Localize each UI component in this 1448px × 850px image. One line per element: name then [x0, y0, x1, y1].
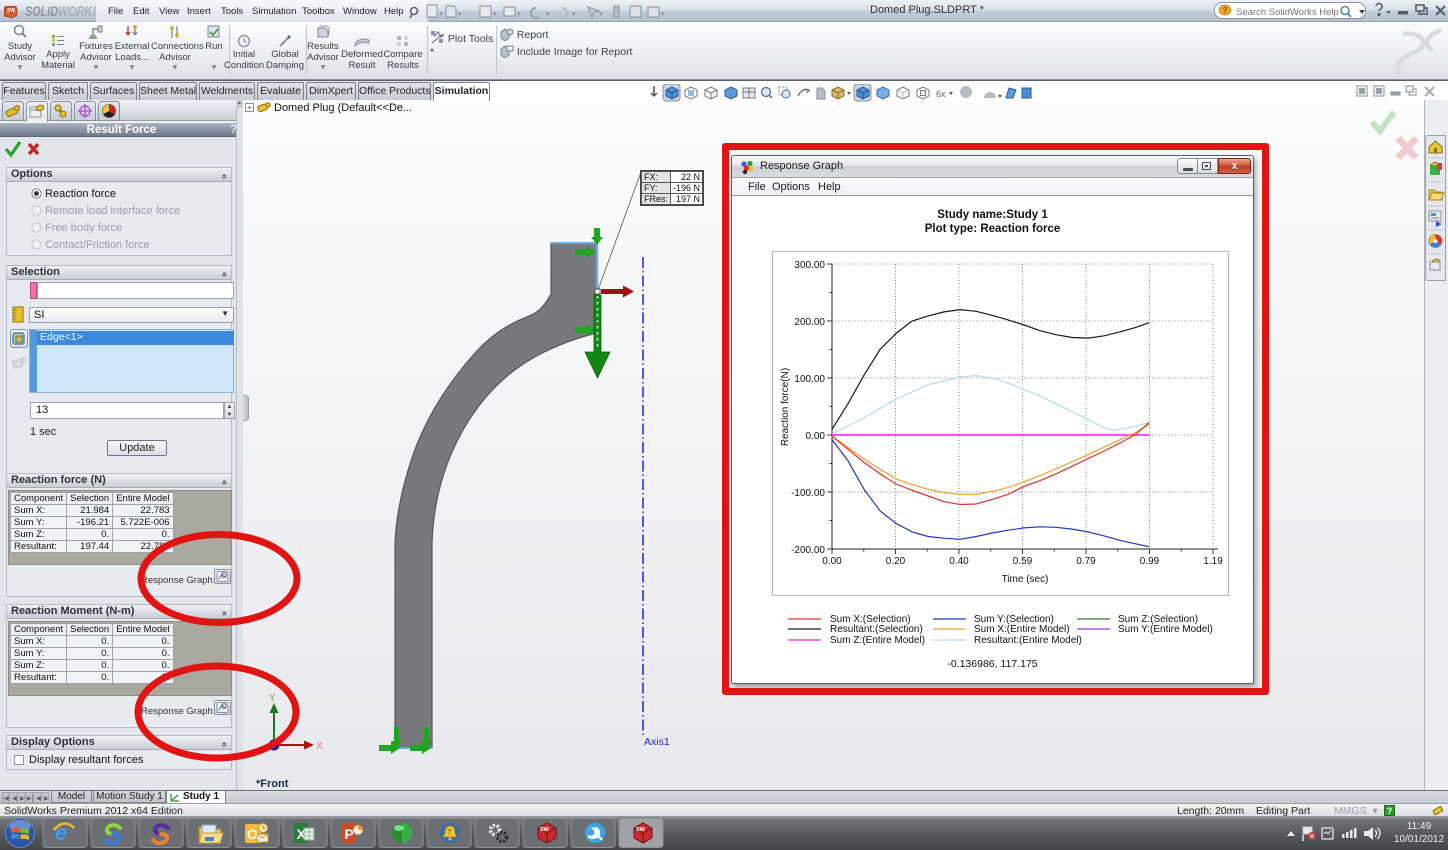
svg-text:O: O	[247, 826, 258, 842]
svg-text:▾: ▾	[599, 11, 603, 18]
svg-text:SW: SW	[636, 827, 646, 833]
svg-text:SW: SW	[540, 827, 550, 833]
svg-text:▾: ▾	[572, 11, 576, 18]
svg-text:▾: ▾	[493, 11, 497, 18]
svg-text:◀: ◀	[12, 796, 17, 802]
svg-text:?: ?	[1223, 6, 1228, 15]
svg-text:▾: ▾	[546, 11, 550, 18]
svg-text:▾: ▾	[458, 11, 462, 18]
svg-text:6x: 6x	[936, 89, 946, 99]
svg-text:X: X	[316, 741, 323, 752]
svg-text:▶|: ▶|	[27, 796, 34, 802]
svg-text:*Front: *Front	[256, 778, 289, 790]
svg-text:▾: ▾	[517, 11, 521, 18]
svg-text:▶: ▶	[20, 796, 25, 802]
svg-text:?: ?	[447, 829, 451, 836]
svg-text:▾: ▾	[661, 11, 664, 18]
svg-text:▶: ▶	[44, 796, 49, 802]
svg-text:Axis1: Axis1	[644, 736, 670, 748]
svg-text:SW: SW	[7, 8, 15, 14]
svg-text:◀: ◀	[36, 796, 41, 802]
svg-text:|◀: |◀	[3, 796, 10, 802]
svg-text:▾: ▾	[439, 11, 443, 18]
svg-text:P: P	[345, 826, 354, 842]
